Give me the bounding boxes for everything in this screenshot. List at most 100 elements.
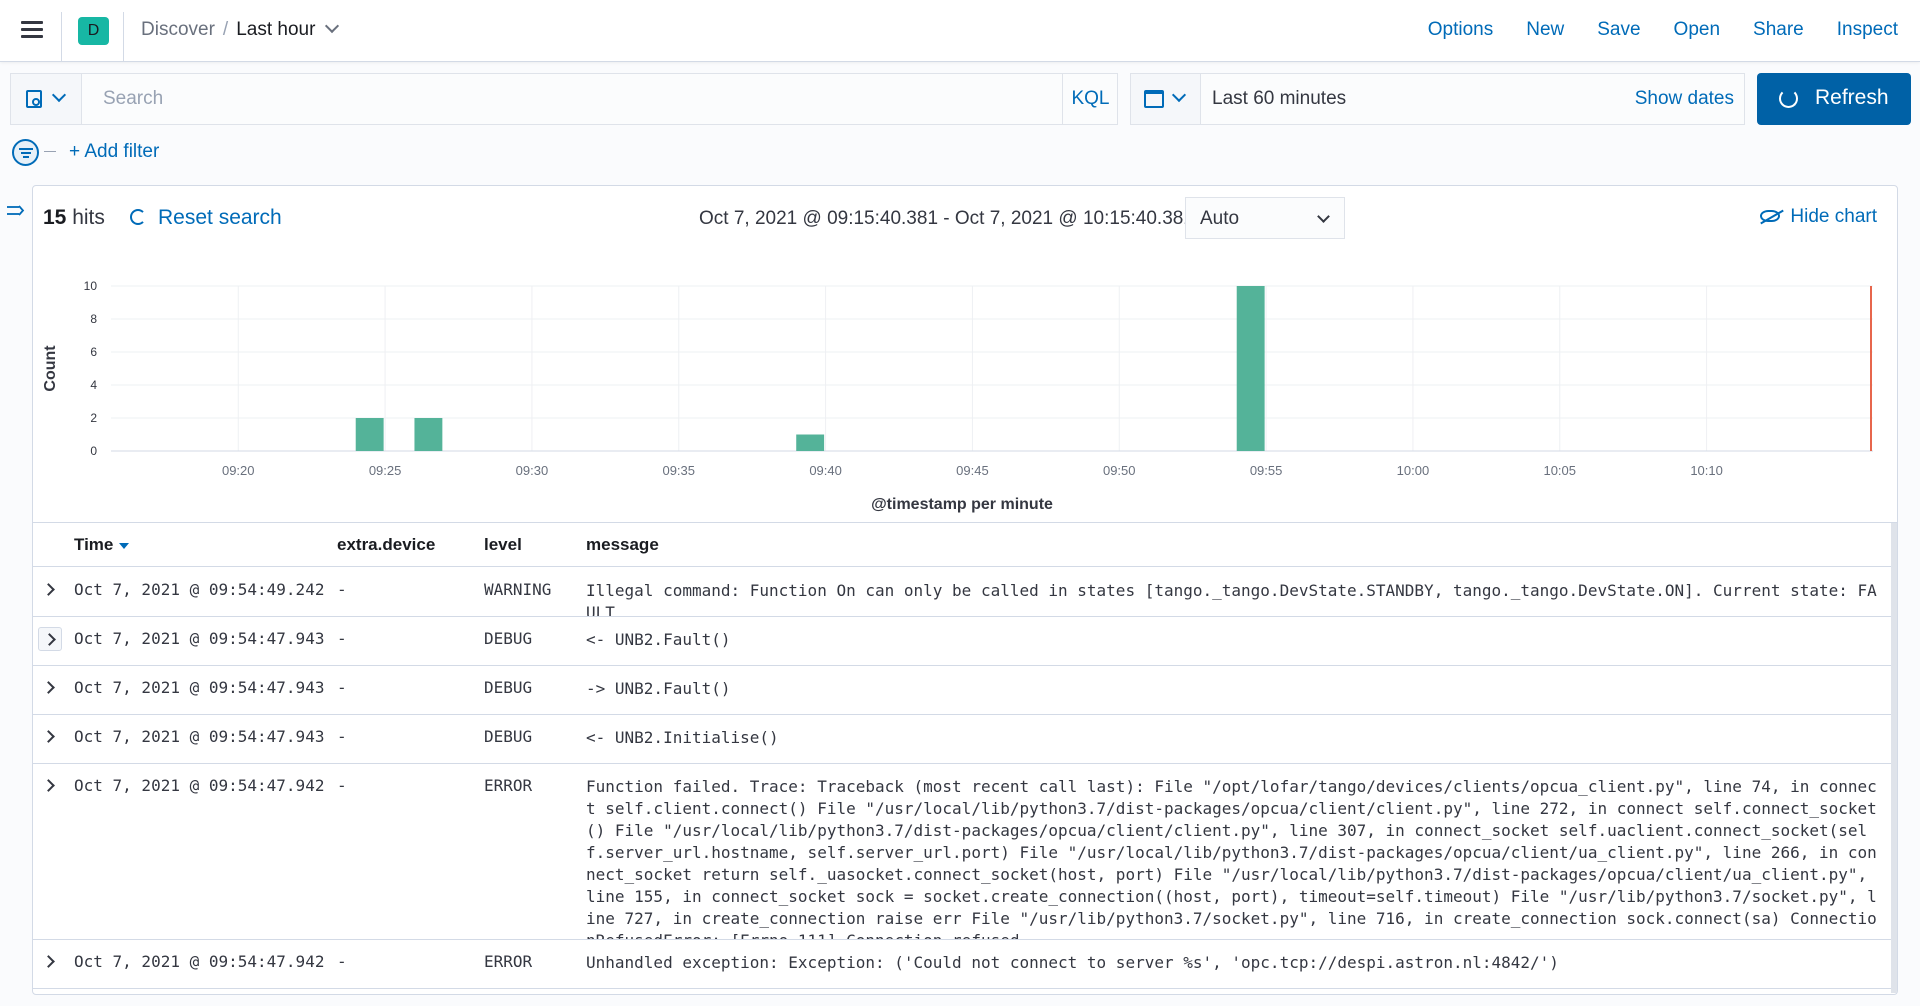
y-tick-label: 4 <box>90 378 97 392</box>
interval-value: Auto <box>1200 208 1240 229</box>
cell-message: Unhandled exception: Exception: ('Could … <box>586 953 1559 972</box>
x-tick-label: 09:45 <box>956 463 989 478</box>
cell-device: - <box>337 678 347 697</box>
cell-device: - <box>337 952 347 971</box>
results-panel: 15 hits Reset search Oct 7, 2021 @ 09:15… <box>32 185 1898 995</box>
hits-count: 15 hits <box>43 206 105 230</box>
quick-select-button[interactable] <box>1131 74 1201 124</box>
new-link[interactable]: New <box>1526 19 1564 41</box>
search-input[interactable] <box>83 74 1071 124</box>
save-link[interactable]: Save <box>1597 19 1640 41</box>
eye-closed-icon <box>1760 210 1781 222</box>
time-range-label[interactable]: Last 60 minutes <box>1212 88 1346 110</box>
cell-time: Oct 7, 2021 @ 09:54:47.942 <box>74 776 325 795</box>
share-link[interactable]: Share <box>1753 19 1804 41</box>
show-dates-button[interactable]: Show dates <box>1635 88 1734 110</box>
table-row[interactable]: Oct 7, 2021 @ 09:54:49.242- WARNING Illega… <box>33 568 1891 617</box>
y-tick-label: 8 <box>90 312 97 326</box>
hamburger-menu-icon[interactable] <box>18 17 46 45</box>
space-avatar[interactable]: D <box>78 17 109 45</box>
chevron-down-icon[interactable] <box>325 18 340 34</box>
table-row[interactable]: Oct 7, 2021 @ 09:54:47.942- ERROR Function… <box>33 764 1891 940</box>
column-header-level[interactable]: level <box>484 535 522 555</box>
x-tick-label: 09:25 <box>369 463 402 478</box>
chevron-down-icon <box>1317 210 1330 223</box>
x-tick-label: 10:00 <box>1397 463 1430 478</box>
cell-time: Oct 7, 2021 @ 09:54:47.942 <box>74 952 325 971</box>
cell-level: DEBUG <box>484 678 533 697</box>
refresh-label: Refresh <box>1815 86 1889 109</box>
cell-level: ERROR <box>484 776 533 795</box>
y-tick-label: 2 <box>90 411 97 425</box>
histogram-chart[interactable]: 0 2 4 6 8 10 09:20 09:25 09:30 09:35 09:40 09:45 09:… <box>33 246 1898 522</box>
inspect-link[interactable]: Inspect <box>1837 19 1898 41</box>
column-header-time[interactable]: Time <box>74 535 130 555</box>
time-range-text: Oct 7, 2021 @ 09:15:40.381 - Oct 7, 2021… <box>699 208 1194 229</box>
x-tick-label: 10:10 <box>1690 463 1723 478</box>
cell-message: Function failed. Trace: Traceback (most … <box>586 777 1877 939</box>
y-tick-label: 10 <box>84 279 98 293</box>
saved-query-button[interactable] <box>11 74 82 124</box>
cell-message: <- UNB2.Initialise() <box>586 728 779 747</box>
column-header-device[interactable]: extra.device <box>337 535 435 555</box>
y-tick-label: 0 <box>90 444 97 458</box>
table-row[interactable]: Oct 7, 2021 @ 09:54:47.942- ERROR Unhandle… <box>33 940 1891 989</box>
column-header-message[interactable]: message <box>586 535 659 555</box>
chevron-down-icon <box>51 87 67 103</box>
cell-message: <- UNB2.Fault() <box>586 630 731 649</box>
y-axis-label: Count <box>42 345 59 392</box>
cell-device: - <box>337 629 347 648</box>
x-tick-label: 09:50 <box>1103 463 1136 478</box>
table-row[interactable]: Oct 7, 2021 @ 09:54:47.943- DEBUG <- UNB2.… <box>33 617 1891 666</box>
table-scrollbar[interactable] <box>1891 523 1897 993</box>
expand-row-chevron-icon[interactable] <box>38 676 62 700</box>
cell-time: Oct 7, 2021 @ 09:54:49.242 <box>74 580 325 599</box>
filter-divider <box>44 151 56 152</box>
filter-menu-icon[interactable] <box>12 139 39 166</box>
table-header: Time extra.device level message <box>33 523 1891 567</box>
hits-label: hits <box>72 206 105 229</box>
table-row[interactable]: Oct 7, 2021 @ 09:54:47.943- DEBUG -> UNB2.… <box>33 666 1891 715</box>
sort-down-icon[interactable] <box>119 543 130 549</box>
expand-row-chevron-icon[interactable] <box>38 578 62 602</box>
histogram-bar <box>1236 286 1265 451</box>
cell-message: Illegal command: Function On can only be… <box>586 581 1877 617</box>
breadcrumb-discover[interactable]: Discover <box>141 19 215 40</box>
document-table: Time extra.device level message Oct 7, 2… <box>33 522 1897 994</box>
collapse-sidebar-icon[interactable] <box>6 201 26 221</box>
expand-row-chevron-icon[interactable] <box>38 627 62 651</box>
breadcrumb-current[interactable]: Last hour <box>236 19 315 40</box>
save-disk-icon <box>26 90 42 108</box>
x-tick-label: 09:20 <box>222 463 255 478</box>
open-link[interactable]: Open <box>1674 19 1720 41</box>
interval-select[interactable]: Auto <box>1185 197 1345 239</box>
top-header: D Discover / Last hour Options New Save Op… <box>0 0 1920 62</box>
cell-time: Oct 7, 2021 @ 09:54:47.943 <box>74 727 325 746</box>
cell-level: WARNING <box>484 580 552 599</box>
hide-chart-label: Hide chart <box>1790 206 1877 227</box>
reset-search-label: Reset search <box>158 206 282 229</box>
table-row[interactable]: Oct 7, 2021 @ 09:54:47.943- DEBUG <- UNB2.… <box>33 715 1891 764</box>
cell-level: DEBUG <box>484 727 533 746</box>
kql-language-button[interactable]: KQL <box>1062 74 1118 124</box>
y-tick-label: 6 <box>90 345 97 359</box>
x-tick-label: 09:30 <box>516 463 549 478</box>
refresh-icon <box>1779 89 1798 108</box>
expand-row-chevron-icon[interactable] <box>38 950 62 974</box>
x-tick-label: 09:35 <box>662 463 695 478</box>
header-divider <box>123 12 124 62</box>
histogram-bar <box>796 434 825 451</box>
reset-search-button[interactable]: Reset search <box>130 206 282 230</box>
hide-chart-button[interactable]: Hide chart <box>1760 206 1877 228</box>
options-link[interactable]: Options <box>1428 19 1493 41</box>
expand-row-chevron-icon[interactable] <box>38 725 62 749</box>
x-tick-label: 10:05 <box>1543 463 1576 478</box>
cell-message: -> UNB2.Fault() <box>586 679 731 698</box>
cell-time: Oct 7, 2021 @ 09:54:47.943 <box>74 629 325 648</box>
add-filter-button[interactable]: + Add filter <box>69 141 159 163</box>
x-tick-label: 09:55 <box>1250 463 1283 478</box>
chevron-down-icon <box>1171 87 1187 103</box>
refresh-button[interactable]: Refresh <box>1757 73 1911 125</box>
expand-row-chevron-icon[interactable] <box>38 774 62 798</box>
breadcrumb: Discover / Last hour <box>141 18 340 41</box>
